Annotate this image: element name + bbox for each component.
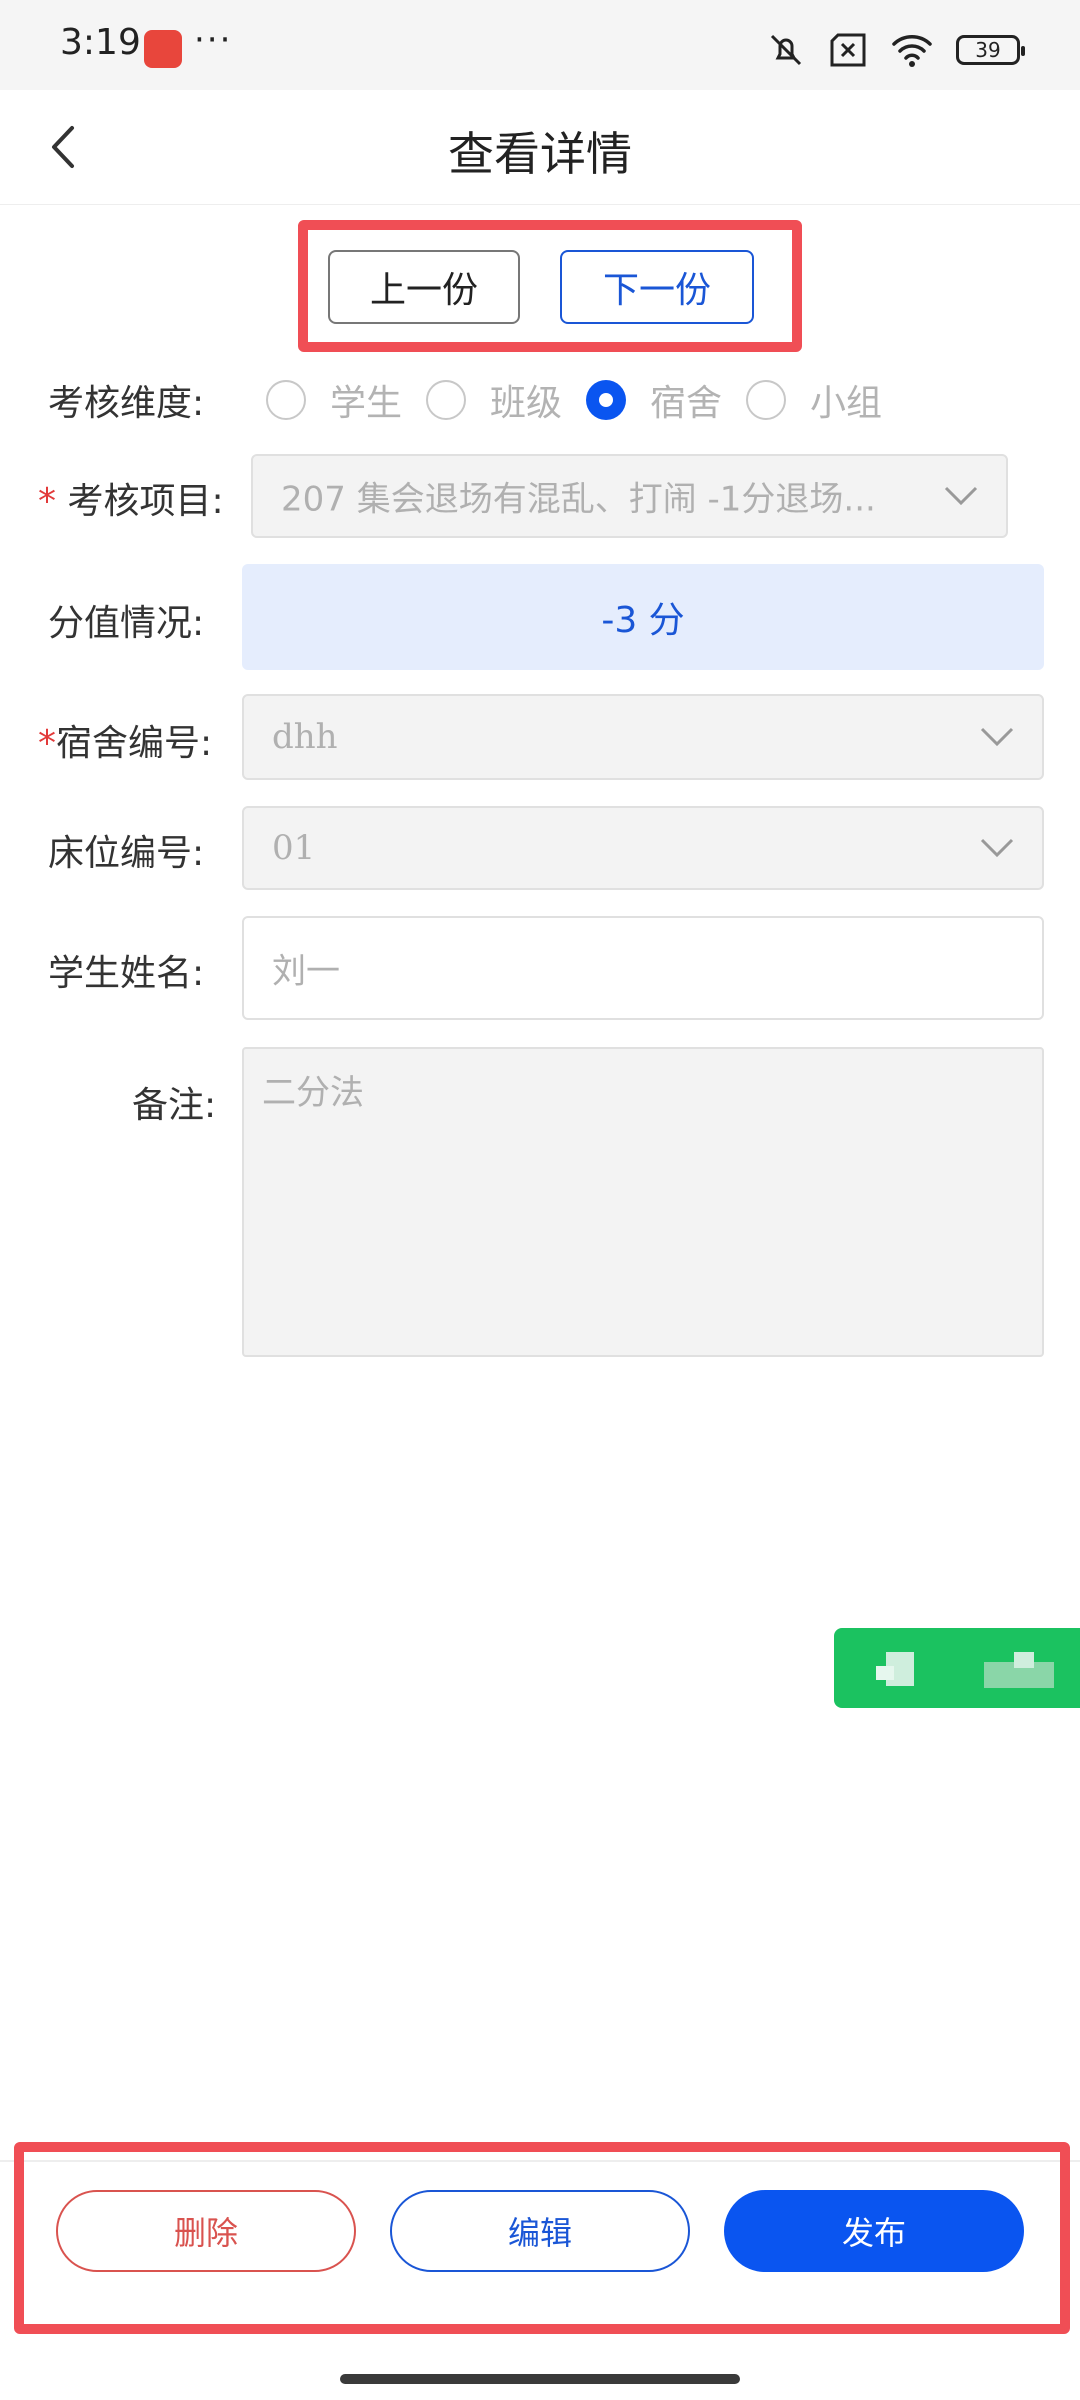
score-value: -3 分 — [242, 564, 1044, 670]
radio-group[interactable]: 小组 — [746, 374, 882, 426]
remark-value: 二分法 — [262, 1073, 364, 1113]
battery-icon: 39 — [956, 35, 1025, 65]
radio-circle — [746, 380, 787, 420]
dimension-label: 考核维度: — [48, 383, 205, 424]
nav-bar: 查看详情 — [0, 90, 1080, 205]
dorm-value: dhh — [272, 717, 338, 757]
required-mark: * — [38, 481, 56, 522]
dorm-label: 宿舍编号: — [56, 723, 213, 764]
dorm-label-row: *宿舍编号: — [38, 714, 212, 766]
radio-student[interactable]: 学生 — [266, 374, 402, 426]
dimension-radio-group: 学生 班级 宿舍 小组 — [266, 370, 906, 430]
radio-class[interactable]: 班级 — [426, 374, 562, 426]
status-bar: 3:19 ··· 39 — [0, 0, 1080, 90]
floating-assistant-button[interactable] — [834, 1628, 1080, 1708]
remark-textarea[interactable]: 二分法 — [242, 1047, 1044, 1357]
student-label: 学生姓名: — [48, 953, 205, 994]
radio-label: 学生 — [330, 383, 403, 424]
prev-button[interactable]: 上一份 — [328, 250, 520, 324]
status-time: 3:19 — [60, 22, 141, 63]
radio-circle-selected — [586, 380, 627, 420]
wifi-icon — [892, 35, 932, 67]
radio-circle — [426, 380, 467, 420]
chevron-down-icon — [980, 727, 1014, 747]
edit-button[interactable]: 编辑 — [390, 2190, 690, 2272]
app-notification-icon — [144, 30, 182, 68]
bed-select[interactable]: 01 — [242, 806, 1044, 890]
status-icons: 39 — [766, 28, 1025, 72]
item-label-row: * 考核项目: — [38, 472, 224, 524]
student-name-value: 刘一 — [272, 951, 340, 992]
item-label: 考核项目: — [67, 481, 224, 522]
bed-label: 床位编号: — [48, 833, 205, 874]
chevron-down-icon — [980, 838, 1014, 858]
publish-button[interactable]: 发布 — [724, 2190, 1024, 2272]
radio-circle — [266, 380, 306, 420]
radio-label: 宿舍 — [650, 383, 723, 424]
score-label: 分值情况: — [48, 603, 205, 644]
required-mark: * — [38, 723, 56, 764]
mute-icon — [770, 34, 802, 66]
chevron-down-icon — [944, 486, 978, 506]
radio-label: 小组 — [810, 383, 883, 424]
item-value: 207 集会退场有混乱、打闹 -1分退场... — [281, 479, 876, 520]
dorm-select[interactable]: dhh — [242, 694, 1044, 780]
item-select[interactable]: 207 集会退场有混乱、打闹 -1分退场... — [251, 454, 1008, 538]
radio-dorm[interactable]: 宿舍 — [586, 374, 722, 426]
remark-label: 备注: — [132, 1085, 217, 1126]
no-sim-icon — [830, 33, 866, 67]
page-title: 查看详情 — [448, 127, 632, 181]
assistant-icon — [876, 1652, 1054, 1688]
student-name-field[interactable]: 刘一 — [242, 916, 1044, 1020]
radio-label: 班级 — [490, 383, 563, 424]
next-button[interactable]: 下一份 — [560, 250, 754, 324]
more-notifications-icon: ··· — [194, 20, 233, 60]
bed-value: 01 — [272, 828, 316, 868]
home-indicator[interactable] — [340, 2374, 740, 2384]
delete-button[interactable]: 删除 — [56, 2190, 356, 2272]
